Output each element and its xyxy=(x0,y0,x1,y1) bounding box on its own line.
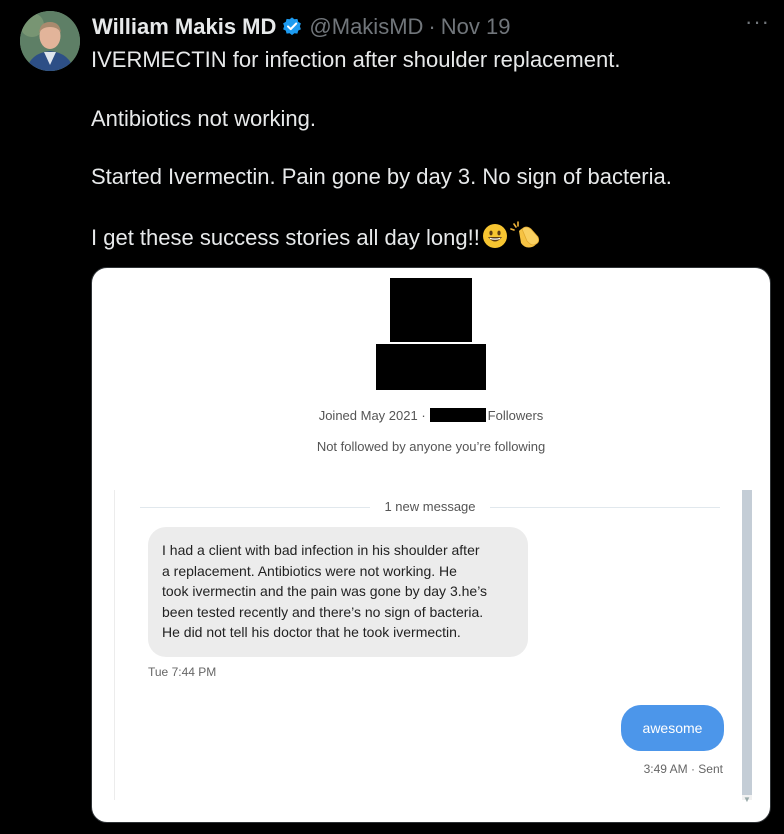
attached-image[interactable]: Joined May 2021 · Followers Not followed … xyxy=(91,267,771,823)
author-avatar[interactable] xyxy=(20,11,80,71)
tweet-line: Antibiotics not working. xyxy=(91,105,316,131)
author-handle[interactable]: @MakisMD xyxy=(309,14,423,40)
message-line: a replacement. Antibiotics were not work… xyxy=(162,562,457,579)
tweet-line: IVERMECTIN for infection after shoulder … xyxy=(91,47,621,72)
grinning-face-icon xyxy=(482,223,507,248)
incoming-message-bubble: I had a client with bad infection in his… xyxy=(148,527,528,657)
outgoing-message-time: 3:49 AM · Sent xyxy=(643,762,723,776)
verified-badge-icon xyxy=(283,17,302,36)
tweet-line: I get these success stories all day long… xyxy=(91,224,480,250)
clapping-hands-icon xyxy=(510,220,539,247)
message-line: I had a client with bad infection in his… xyxy=(162,542,480,558)
author-name[interactable]: William Makis MD xyxy=(92,14,276,40)
tweet-text: IVERMECTIN for infection after shoulder … xyxy=(91,45,771,250)
redacted-follower-count xyxy=(429,408,486,422)
tweet-timestamp[interactable]: Nov 19 xyxy=(441,14,511,40)
tweet-line-last: I get these success stories all day long… xyxy=(91,220,771,250)
tweet-header: William Makis MD @MakisMD · Nov 19 xyxy=(92,13,510,41)
message-line: took ivermectin and the pain was gone by… xyxy=(162,583,488,599)
redacted-avatar xyxy=(390,278,472,342)
outgoing-message-bubble: awesome xyxy=(621,705,724,751)
scroll-down-icon: ▼ xyxy=(743,795,751,804)
tweet-line: Started Ivermectin. Pain gone by day 3. … xyxy=(91,164,672,189)
incoming-message-time: Tue 7:44 PM xyxy=(148,665,217,679)
message-line: been tested recently and there’s no sign… xyxy=(162,603,484,620)
not-followed-notice: Not followed by anyone you’re following xyxy=(316,439,546,454)
message-line: He did not tell his doctor that he took … xyxy=(162,624,461,640)
separator-dot: · xyxy=(428,14,436,39)
new-message-label: 1 new message xyxy=(384,499,476,514)
joined-info: Joined May 2021 · Followers xyxy=(92,408,770,423)
followers-label: Followers xyxy=(487,408,544,423)
redacted-name xyxy=(376,344,486,390)
scrollbar-thumb xyxy=(742,490,752,795)
new-message-divider: 1 new message xyxy=(140,499,720,515)
joined-date: Joined May 2021 · xyxy=(318,408,426,423)
more-options-icon[interactable]: ··· xyxy=(745,11,770,33)
